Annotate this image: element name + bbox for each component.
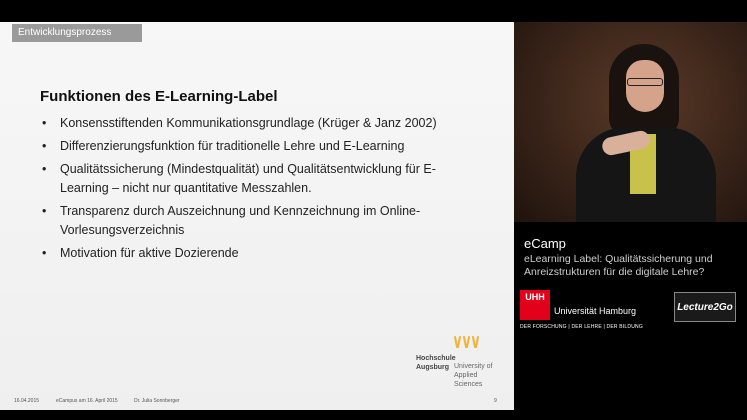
hochschule-subtitle: University of Applied Sciences — [416, 363, 506, 389]
hochschule-augsburg-logo-icon — [454, 336, 479, 348]
footer-author: Dr. Julia Sonnberger — [134, 398, 180, 404]
bullet-item: • Differenzierungsfunktion für traditione… — [40, 137, 470, 156]
uhh-logo-icon: UHH — [520, 290, 550, 320]
bullet-dot-icon: • — [42, 162, 47, 176]
hochschule-subtitle-line2: Applied Sciences — [454, 372, 483, 388]
lecture2go-logo: Lecture2Go — [674, 292, 736, 322]
presentation-slide: Entwicklungsprozess Funktionen des E-Lea… — [0, 22, 514, 410]
bullet-dot-icon: • — [42, 204, 47, 218]
university-name: Universität Hamburg — [554, 306, 637, 316]
bullet-dot-icon: • — [42, 246, 47, 260]
university-tagline: DER FORSCHUNG | DER LEHRE | DER BILDUNG — [520, 324, 643, 330]
footer-date: 16.04.2015 — [14, 398, 40, 404]
bullet-text: Konsensstiftenden Kommunikationsgrundlag… — [60, 116, 437, 130]
bullet-item: • Transparenz durch Auszeichnung und Kenn… — [40, 202, 470, 240]
video-letterbox-bottom — [0, 410, 747, 420]
bullet-text: Differenzierungsfunktion für traditionel… — [60, 139, 405, 153]
slide-footer: 16.04.2015 eCampus am 16. April 2015 Dr.… — [0, 396, 514, 408]
speaker-glasses — [627, 78, 663, 86]
bullet-item: • Qualitätssicherung (Mindestqualität) un… — [40, 160, 470, 198]
bullet-item: • Konsensstiftenden Kommunikationsgrundla… — [40, 114, 470, 133]
section-tag: Entwicklungsprozess — [12, 24, 142, 42]
bullet-dot-icon: • — [42, 139, 47, 153]
bullet-text: Motivation für aktive Dozierende — [60, 246, 239, 260]
lecture-subtitle: eLearning Label: Qualitätssicherung und … — [524, 253, 713, 278]
lecture-info-panel: eCamp eLearning Label: Qualitätssicherun… — [514, 222, 747, 410]
uhh-logo-text: UHH — [525, 292, 545, 302]
bullet-list: • Konsensstiftenden Kommunikationsgrundla… — [40, 114, 470, 267]
bullet-dot-icon: • — [42, 116, 47, 130]
lecture-title: eCamp — [524, 236, 566, 251]
hochschule-subtitle-line1: University of — [454, 363, 493, 370]
speaker-face — [626, 60, 664, 112]
video-letterbox-top — [0, 0, 747, 22]
slide-title: Funktionen des E-Learning-Label — [40, 88, 278, 105]
bullet-text: Transparenz durch Auszeichnung und Kennz… — [60, 204, 421, 237]
footer-event: eCampus am 16. April 2015 — [56, 398, 118, 404]
footer-page-number: 9 — [494, 398, 497, 404]
bullet-text: Qualitätssicherung (Mindestqualität) und… — [60, 162, 436, 195]
speaker-video — [514, 22, 747, 222]
bullet-item: • Motivation für aktive Dozierende — [40, 244, 470, 263]
